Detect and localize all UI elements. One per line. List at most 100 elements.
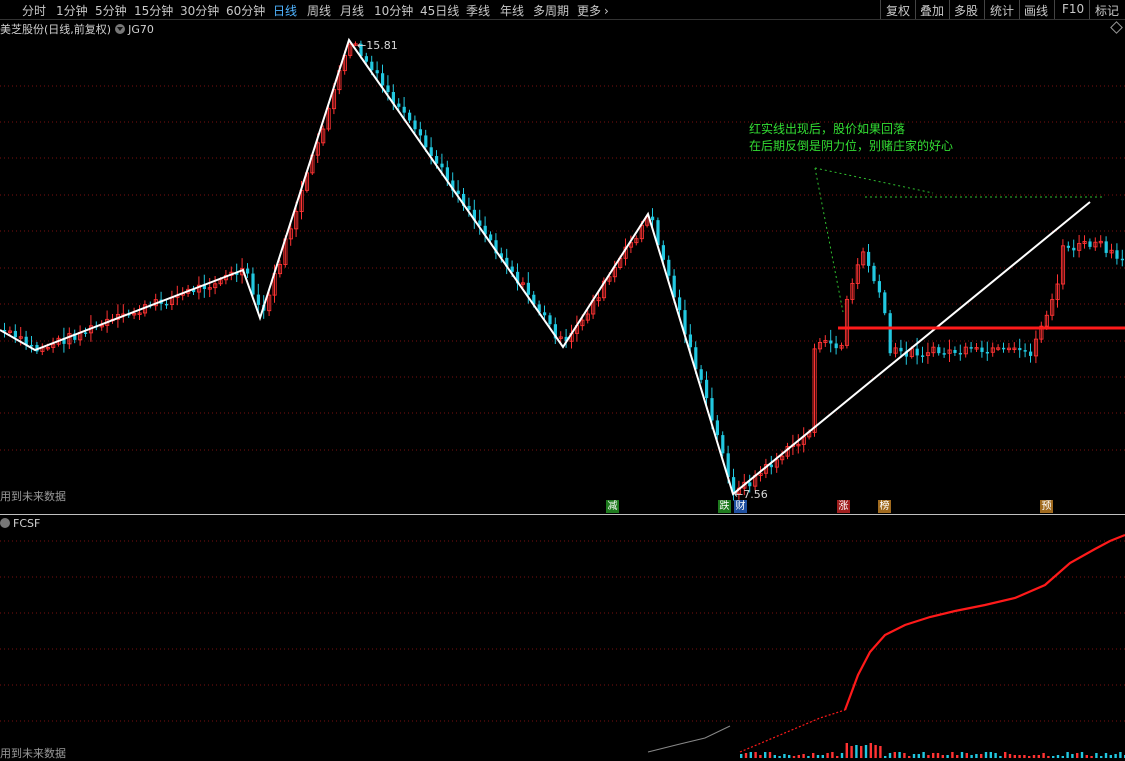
fcsf-volume-bar: [1056, 755, 1060, 758]
signal-badge-forecast[interactable]: 预: [1040, 500, 1053, 513]
fcsf-dotted-line: [739, 709, 846, 753]
candle-body: [489, 234, 493, 241]
fcsf-volume-bar: [802, 754, 805, 758]
candle-body: [408, 112, 412, 121]
fcsf-volume-bar: [788, 755, 791, 758]
indicator-options-icon[interactable]: [0, 518, 10, 528]
candle-body: [364, 56, 368, 62]
indicator-options-icon[interactable]: [115, 24, 126, 34]
fcsf-volume-bar: [912, 754, 916, 758]
fcsf-volume-bar: [879, 746, 882, 758]
fcsf-volume-bar: [922, 752, 925, 758]
fcsf-volume-bar: [1047, 756, 1050, 758]
high-price-label: ←15.81: [357, 39, 398, 52]
signal-badge-finance[interactable]: 财: [734, 500, 747, 513]
signal-badge-rise[interactable]: 涨: [837, 500, 850, 513]
fcsf-volume-bar: [869, 743, 872, 758]
fcsf-volume-bar: [1013, 755, 1016, 758]
fcsf-volume-bar: [744, 753, 748, 758]
candle-body: [84, 332, 88, 334]
sub-panel-header: FCSF: [0, 517, 40, 530]
annotation-guide-line: [814, 167, 844, 313]
fcsf-volume-bar: [994, 753, 997, 758]
candle-body: [413, 120, 417, 130]
fcsf-volume-bar: [941, 755, 944, 758]
fcsf-volume-bar: [860, 746, 863, 758]
candle-body: [953, 349, 957, 353]
fcsf-volume-bar: [783, 754, 786, 758]
candle-body: [921, 355, 925, 357]
candle-body: [834, 343, 838, 349]
kline-chart-canvas[interactable]: [0, 0, 1125, 760]
stock-title: 美芝股份(日线,前复权): [0, 23, 112, 36]
signal-badge-list[interactable]: 榜: [878, 500, 891, 513]
candle-body: [678, 297, 682, 311]
candle-body: [985, 351, 989, 354]
fcsf-gray-line: [647, 725, 731, 753]
candle-body: [888, 313, 892, 354]
fcsf-volume-bar: [754, 752, 757, 758]
candle-body: [877, 281, 881, 293]
fcsf-volume-bar: [855, 745, 858, 758]
fcsf-volume-bar: [951, 752, 954, 758]
candle-body: [30, 344, 34, 347]
candle-body: [13, 330, 17, 338]
candle-body: [1088, 241, 1092, 247]
fcsf-volume-bar: [1071, 754, 1074, 758]
candle-body: [705, 379, 709, 399]
candle-body: [710, 398, 714, 421]
fcsf-volume-bar: [936, 753, 940, 758]
fcsf-volume-bar: [874, 745, 877, 758]
candle-body: [1023, 350, 1027, 352]
fcsf-volume-bar: [975, 754, 978, 758]
candle-body: [748, 482, 752, 487]
fcsf-volume-bar: [836, 756, 839, 758]
candle-body: [942, 353, 946, 355]
candle-body: [256, 294, 260, 305]
fcsf-volume-bar: [1032, 755, 1036, 758]
fcsf-volume-bar: [1052, 756, 1055, 758]
candle-body: [715, 420, 719, 436]
fcsf-volume-bar: [768, 752, 772, 758]
candle-body: [165, 303, 169, 306]
fcsf-volume-bar: [845, 743, 848, 758]
fcsf-volume-bar: [888, 753, 892, 758]
fcsf-volume-bar: [864, 745, 868, 758]
fcsf-volume-bar: [1004, 752, 1007, 758]
signal-badge-reduce[interactable]: 减: [606, 500, 619, 513]
candle-body: [1018, 348, 1022, 351]
candle-body: [1066, 245, 1070, 248]
candle-body: [1104, 241, 1108, 253]
fcsf-volume-bar: [946, 755, 949, 758]
fcsf-volume-bar: [816, 755, 820, 758]
annotation-guide-line: [814, 167, 934, 194]
candle-body: [915, 348, 919, 356]
fcsf-volume-bar: [1114, 754, 1117, 758]
fcsf-volume-bar: [903, 753, 906, 758]
fcsf-volume-bar: [759, 755, 762, 758]
fcsf-volume-bar: [893, 752, 896, 758]
candle-body: [721, 435, 725, 454]
candle-body: [699, 369, 703, 380]
signal-badge-fall[interactable]: 跌: [718, 500, 731, 513]
fcsf-volume-bar: [1066, 752, 1069, 758]
indicator-name[interactable]: JG70: [128, 23, 154, 36]
candle-body: [937, 347, 941, 354]
candle-body: [1072, 247, 1076, 251]
fcsf-volume-bar: [1085, 755, 1088, 758]
candle-body: [958, 352, 962, 355]
candle-body: [251, 273, 255, 295]
fcsf-volume-bar: [840, 753, 844, 758]
candle-body: [769, 464, 773, 468]
sub-indicator-name[interactable]: FCSF: [13, 517, 40, 530]
main-panel-header: 美芝股份(日线,前复权) JG70: [0, 21, 154, 37]
fcsf-volume-bar: [850, 746, 853, 758]
candle-body: [386, 85, 390, 93]
fcsf-volume-bar: [764, 752, 767, 758]
candle-body: [440, 163, 444, 168]
candle-body: [381, 73, 385, 86]
fcsf-volume-bar: [884, 756, 887, 758]
fcsf-volume-bar: [1090, 756, 1093, 758]
fcsf-main-line: [843, 533, 1125, 711]
candle-body: [883, 292, 887, 314]
